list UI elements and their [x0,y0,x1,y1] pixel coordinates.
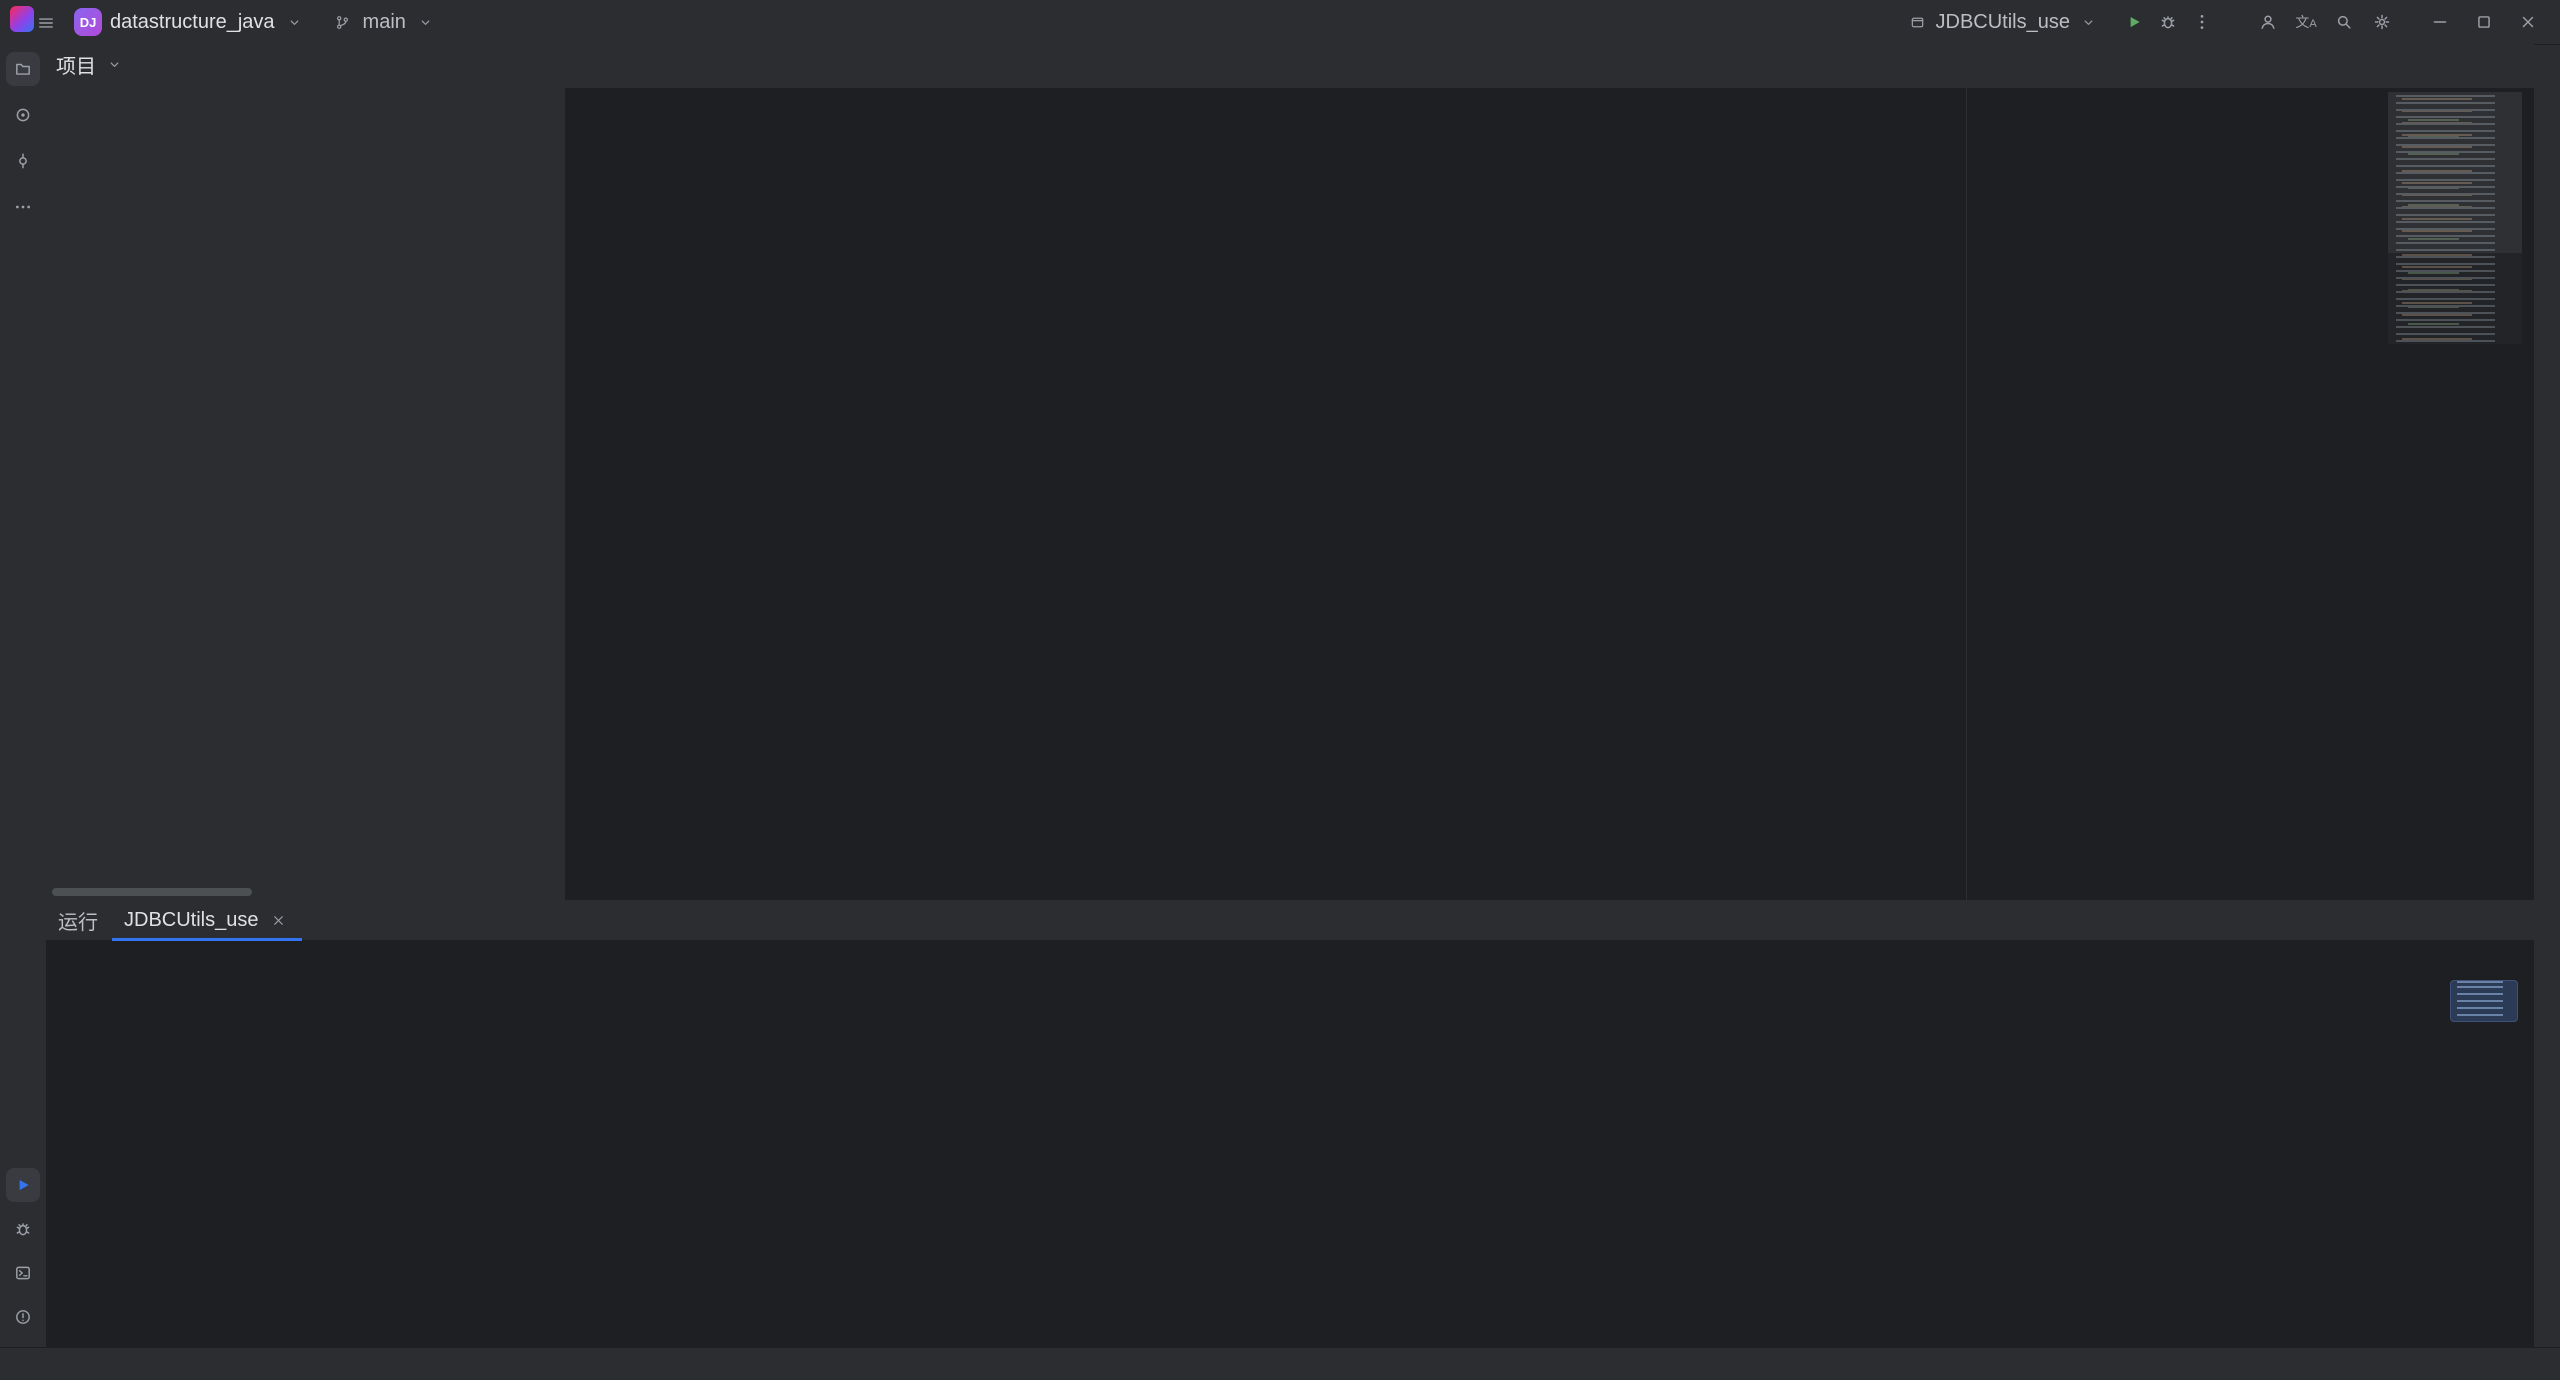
run-tool[interactable] [6,1168,40,1202]
title-bar: DJ datastructure_java main JDBCUtils_use… [0,0,2560,45]
console-area[interactable] [46,976,2534,1348]
branch-name: main [363,11,406,34]
console-toolbar [46,941,2534,977]
intellij-idea-window: DJ datastructure_java main JDBCUtils_use… [0,0,2560,1380]
chevron-down-icon [283,10,307,34]
project-name: datastructure_java [110,11,275,34]
run-tab-jdbcutils-use[interactable]: JDBCUtils_use [112,901,302,940]
editor[interactable] [565,88,2534,900]
close-icon[interactable] [266,908,290,932]
project-widget[interactable]: DJ datastructure_java [66,4,315,40]
status-bar [0,1347,2560,1380]
editor-tab-bar [565,44,2534,89]
chevron-down-icon [102,52,126,76]
chevron-down-icon [414,10,438,34]
chevron-down-icon [2076,10,2100,34]
profile-icon[interactable] [2256,10,2280,34]
run-tab-bar: 运行 JDBCUtils_use [46,900,2534,941]
more-tools[interactable] [6,190,40,224]
minimap-viewport[interactable] [2388,92,2522,253]
left-tool-strip [0,44,47,1348]
project-panel-title: 项目 [56,50,96,79]
run-tab-label: JDBCUtils_use [124,909,258,932]
run-button-icon[interactable] [2122,10,2146,34]
bookmarks-icon [11,103,35,127]
debug-tool[interactable] [6,1212,40,1246]
project-panel: 项目 [46,44,566,900]
run-config-widget[interactable]: JDBCUtils_use [1898,6,2108,38]
editor-zone [565,44,2534,900]
bookmarks-tool[interactable] [6,98,40,132]
right-margin-guide [1966,88,1967,900]
branch-icon [331,10,355,34]
main-menu-icon[interactable] [34,11,58,35]
debug-button-icon[interactable] [2156,10,2180,34]
idea-logo-icon[interactable] [10,7,34,31]
minimize-window-icon[interactable] [2418,0,2462,44]
search-everywhere-icon[interactable] [2332,10,2356,34]
problems-icon [11,1305,35,1329]
terminal-tool[interactable] [6,1256,40,1290]
run-config-name: JDBCUtils_use [1936,11,2070,34]
terminal-icon [11,1261,35,1285]
problems-tool[interactable] [6,1300,40,1334]
window-icon [1906,10,1930,34]
project-hscrollbar[interactable] [52,888,252,896]
bug-icon [11,1217,35,1241]
project-tool-icon [11,57,35,81]
settings-icon[interactable] [2370,10,2394,34]
project-panel-header[interactable]: 项目 [46,44,565,84]
run-panel: 运行 JDBCUtils_use [46,900,2534,1348]
project-avatar: DJ [74,8,102,36]
console-output[interactable] [100,978,2530,1288]
translate-icon[interactable]: 文A [2294,10,2318,34]
more-h-icon [11,195,35,219]
branch-widget[interactable]: main [323,6,446,38]
project-tree [46,86,565,886]
console-scroll-preview [2450,980,2518,1022]
close-window-icon[interactable] [2506,0,2550,44]
more-run-actions-icon[interactable] [2190,10,2214,34]
play-blue-icon [11,1173,35,1197]
maximize-window-icon[interactable] [2462,0,2506,44]
project-tool[interactable] [6,52,40,86]
console-side-toolbar [46,978,94,1348]
minimap[interactable] [2388,92,2522,344]
commit-tool[interactable] [6,144,40,178]
commit-icon [11,149,35,173]
run-tool-label: 运行 [58,906,98,935]
